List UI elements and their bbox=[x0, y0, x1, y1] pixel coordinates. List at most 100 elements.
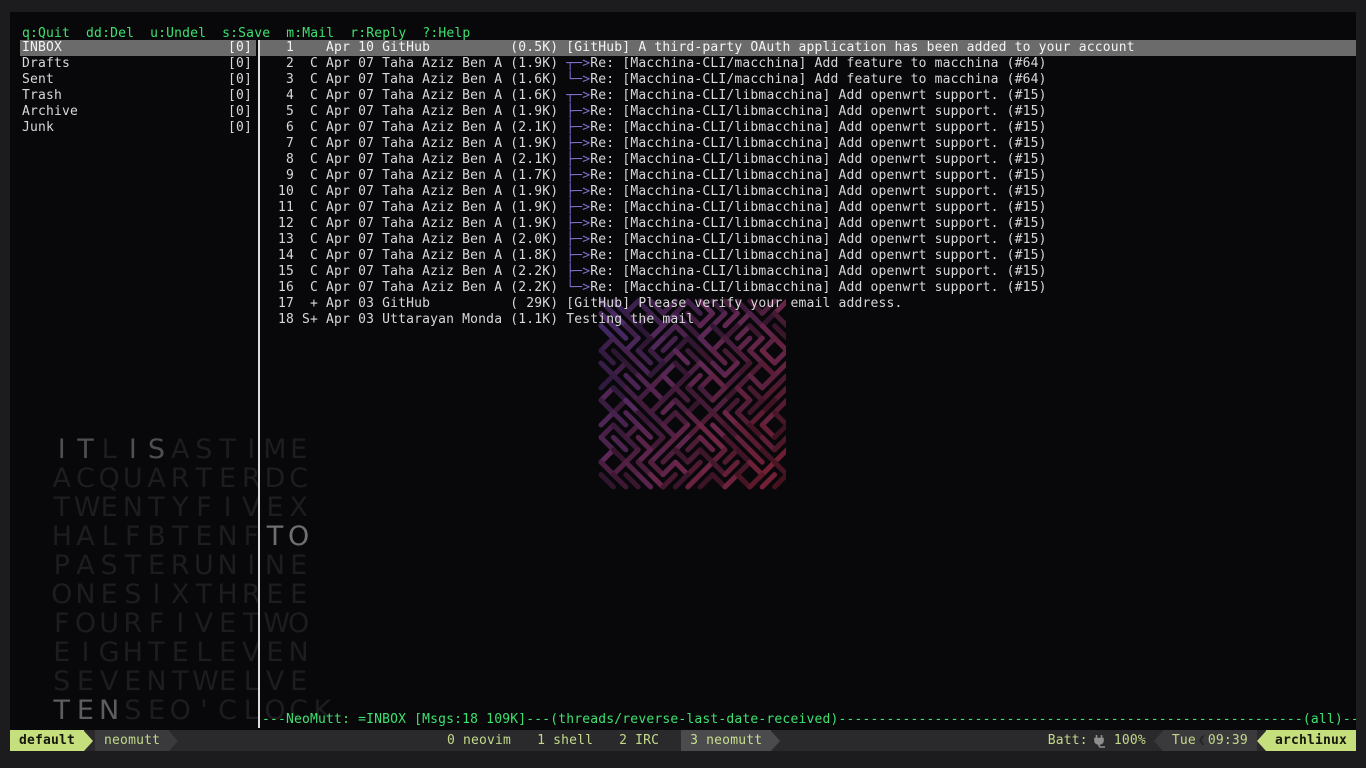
mail-row[interactable]: 13 C Apr 07 Taha Aziz Ben A (2.0K) ├─>Re… bbox=[260, 232, 1356, 248]
thread-tree-icon: ├─> bbox=[566, 136, 590, 151]
mail-row[interactable]: 11 C Apr 07 Taha Aziz Ben A (1.9K) ├─>Re… bbox=[260, 200, 1356, 216]
mail-row[interactable]: 9 C Apr 07 Taha Aziz Ben A (1.7K) ├─>Re:… bbox=[260, 168, 1356, 184]
mail-row-meta: 7 C Apr 07 Taha Aziz Ben A (1.9K) bbox=[262, 136, 566, 151]
wordclock-letter: E bbox=[74, 674, 98, 690]
wordclock-letter: W bbox=[192, 674, 216, 690]
wordclock-letter: G bbox=[97, 645, 121, 661]
mailbox-name: Drafts bbox=[22, 56, 70, 72]
wordclock-letter: I bbox=[121, 442, 145, 458]
mailbox-name: Archive bbox=[22, 104, 78, 120]
mail-subject: Re: [Macchina-CLI/macchina] Add feature … bbox=[590, 72, 1046, 87]
mail-row[interactable]: 3 C Apr 07 Taha Aziz Ben A (1.6K) └─>Re:… bbox=[260, 72, 1356, 88]
wordclock-letter: E bbox=[287, 587, 311, 603]
mail-subject: [GitHub] A third-party OAuth application… bbox=[566, 40, 1134, 55]
mailbox-name: Trash bbox=[22, 88, 62, 104]
wordclock-letter: V bbox=[263, 674, 287, 690]
mail-row[interactable]: 6 C Apr 07 Taha Aziz Ben A (2.1K) ├─>Re:… bbox=[260, 120, 1356, 136]
wordclock-letter: Y bbox=[168, 500, 192, 516]
thread-tree-icon: ┬─> bbox=[566, 88, 590, 103]
tmux-window[interactable]: 1 shell bbox=[524, 733, 606, 749]
tmux-window-active[interactable]: 3 neomutt bbox=[681, 730, 771, 751]
wordclock-letter: E bbox=[216, 616, 240, 632]
mail-row[interactable]: 10 C Apr 07 Taha Aziz Ben A (1.9K) ├─>Re… bbox=[260, 184, 1356, 200]
tmux-session-badge[interactable]: default bbox=[10, 730, 84, 751]
wordclock-letter: R bbox=[121, 616, 145, 632]
wordclock-letter: E bbox=[263, 645, 287, 661]
mailbox-name: Sent bbox=[22, 72, 54, 88]
wordclock-letter: N bbox=[216, 529, 240, 545]
mail-row[interactable]: 12 C Apr 07 Taha Aziz Ben A (1.9K) ├─>Re… bbox=[260, 216, 1356, 232]
wordclock-letter: L bbox=[192, 645, 216, 661]
mail-row[interactable]: 7 C Apr 07 Taha Aziz Ben A (1.9K) ├─>Re:… bbox=[260, 136, 1356, 152]
mail-row-meta: 11 C Apr 07 Taha Aziz Ben A (1.9K) bbox=[262, 200, 566, 215]
day-label: Tue bbox=[1172, 733, 1196, 749]
mail-row-meta: 17 + Apr 03 GitHub ( 29K) bbox=[262, 296, 566, 311]
wordclock-letter: E bbox=[287, 558, 311, 574]
wordclock-letter: P bbox=[50, 558, 74, 574]
mail-subject: Re: [Macchina-CLI/libmacchina] Add openw… bbox=[590, 168, 1046, 183]
mail-row[interactable]: 8 C Apr 07 Taha Aziz Ben A (2.1K) ├─>Re:… bbox=[260, 152, 1356, 168]
wordclock-letter: T bbox=[50, 500, 74, 516]
mail-row[interactable]: 2 C Apr 07 Taha Aziz Ben A (1.9K) ┬─>Re:… bbox=[260, 56, 1356, 72]
wordclock-letter: E bbox=[192, 529, 216, 545]
mailbox-name: INBOX bbox=[22, 40, 62, 56]
thread-tree-icon: ├─> bbox=[566, 168, 590, 183]
wordclock-letter: E bbox=[121, 674, 145, 690]
sidebar-item-inbox[interactable]: INBOX[0] bbox=[20, 40, 256, 56]
sidebar-item-trash[interactable]: Trash [0] bbox=[20, 88, 256, 104]
mail-row[interactable]: 18 S+ Apr 03 Uttarayan Monda (1.1K) Test… bbox=[260, 312, 1356, 328]
tmux-pane-title: neomutt bbox=[95, 730, 169, 751]
mail-row-meta: 4 C Apr 07 Taha Aziz Ben A (1.6K) bbox=[262, 88, 566, 103]
wordclock-letter: O bbox=[287, 616, 311, 632]
wordclock-letter: E bbox=[145, 703, 169, 719]
tmux-window[interactable]: 2 IRC bbox=[606, 733, 672, 749]
thread-tree-icon: ├─> bbox=[566, 248, 590, 263]
mail-row-meta: 3 C Apr 07 Taha Aziz Ben A (1.6K) bbox=[262, 72, 566, 87]
sidebar-item-archive[interactable]: Archive[0] bbox=[20, 104, 256, 120]
wordclock-letter: T bbox=[168, 529, 192, 545]
wordclock-letter: T bbox=[50, 703, 74, 719]
mail-row[interactable]: 1 Apr 10 GitHub (0.5K) [GitHub] A third-… bbox=[260, 40, 1356, 56]
wordclock-letter: I bbox=[50, 442, 74, 458]
tmux-left-group: default neomutt bbox=[10, 730, 178, 751]
mail-row-meta: 14 C Apr 07 Taha Aziz Ben A (1.8K) bbox=[262, 248, 566, 263]
mail-subject: Testing the mail bbox=[566, 312, 694, 327]
wordclock-letter: E bbox=[287, 674, 311, 690]
neomutt-status-line: ---NeoMutt: =INBOX [Msgs:18 109K]---(thr… bbox=[262, 712, 1356, 728]
mail-row[interactable]: 17 + Apr 03 GitHub ( 29K) [GitHub] Pleas… bbox=[260, 296, 1356, 312]
mail-row[interactable]: 15 C Apr 07 Taha Aziz Ben A (2.2K) ├─>Re… bbox=[260, 264, 1356, 280]
mail-subject: Re: [Macchina-CLI/libmacchina] Add openw… bbox=[590, 248, 1046, 263]
wordclock-letter: D bbox=[263, 471, 287, 487]
mail-row[interactable]: 14 C Apr 07 Taha Aziz Ben A (1.8K) ├─>Re… bbox=[260, 248, 1356, 264]
sidebar-item-drafts[interactable]: Drafts[0] bbox=[20, 56, 256, 72]
battery-percent: 100% bbox=[1114, 733, 1146, 749]
mailbox-count: [0] bbox=[228, 88, 252, 104]
wordclock-letter: R bbox=[168, 471, 192, 487]
mailbox-sidebar: INBOX[0]Drafts[0]Sent[0]Trash [0]Archive[… bbox=[20, 40, 256, 136]
tmux-right-group: Batt: 100% Tue ❮ 09:39 archlinux bbox=[1048, 730, 1356, 751]
tmux-window[interactable]: 0 neovim bbox=[434, 733, 524, 749]
sidebar-item-junk[interactable]: Junk[0] bbox=[20, 120, 256, 136]
mail-row[interactable]: 5 C Apr 07 Taha Aziz Ben A (1.9K) ├─>Re:… bbox=[260, 104, 1356, 120]
wordclock-letter: T bbox=[74, 442, 98, 458]
wordclock-letter: S bbox=[145, 442, 169, 458]
mail-subject: Re: [Macchina-CLI/libmacchina] Add openw… bbox=[590, 120, 1046, 135]
mail-row[interactable]: 16 C Apr 07 Taha Aziz Ben A (2.2K) └─>Re… bbox=[260, 280, 1356, 296]
thread-tree-icon: ├─> bbox=[566, 232, 590, 247]
thread-tree-icon: ├─> bbox=[566, 264, 590, 279]
mail-index: 1 Apr 10 GitHub (0.5K) [GitHub] A third-… bbox=[260, 40, 1356, 328]
wordclock-letter: S bbox=[97, 558, 121, 574]
wordclock-letter: F bbox=[145, 616, 169, 632]
wordclock-letter: S bbox=[192, 442, 216, 458]
wordclock-letter: E bbox=[97, 500, 121, 516]
thread-tree-icon: ┬─> bbox=[566, 56, 590, 71]
mail-row[interactable]: 4 C Apr 07 Taha Aziz Ben A (1.6K) ┬─>Re:… bbox=[260, 88, 1356, 104]
mail-row-meta: 13 C Apr 07 Taha Aziz Ben A (2.0K) bbox=[262, 232, 566, 247]
wordclock-letter: H bbox=[216, 587, 240, 603]
powerline-arrow-icon bbox=[169, 731, 178, 751]
mail-subject: Re: [Macchina-CLI/libmacchina] Add openw… bbox=[590, 152, 1046, 167]
sidebar-item-sent[interactable]: Sent[0] bbox=[20, 72, 256, 88]
wordclock-letter: C bbox=[74, 471, 98, 487]
wordclock-letter: A bbox=[50, 471, 74, 487]
powerline-arrow-icon bbox=[771, 731, 780, 751]
